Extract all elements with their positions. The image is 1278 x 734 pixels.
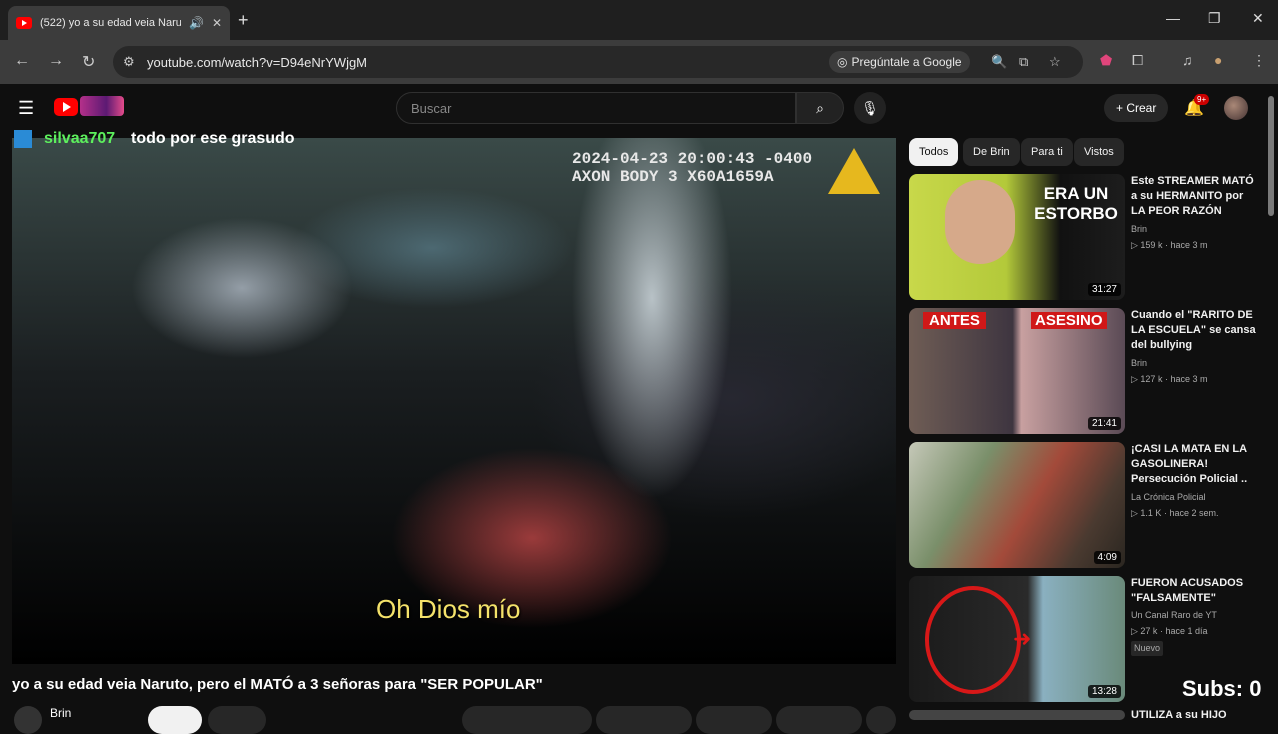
plus-icon: + [1116, 101, 1127, 115]
speaker-icon[interactable]: 🔊 [189, 16, 204, 30]
voice-search-button[interactable]: 🎙 [854, 92, 886, 124]
clip-button[interactable] [776, 706, 862, 734]
chat-username: silvaa707 [44, 130, 116, 147]
browser-toolbar: ← → ↻ ⚙ youtube.com/watch?v=D94eNrYWjgM … [0, 40, 1278, 84]
browser-menu-icon[interactable]: ⋮ [1252, 52, 1266, 69]
red-circle-highlight [925, 586, 1021, 694]
page-scrollbar[interactable] [1268, 96, 1274, 216]
doodle-logo[interactable] [80, 96, 124, 116]
related-channel[interactable]: La Crónica Policial [1131, 490, 1206, 505]
related-thumbnail[interactable]: 4:09 [909, 442, 1125, 568]
chip-vistos[interactable]: Vistos [1074, 138, 1124, 166]
chip-para-ti[interactable]: Para ti [1021, 138, 1073, 166]
bodycam-line-1: 2024-04-23 20:00:43 -0400 [572, 150, 813, 168]
ask-google-button[interactable]: ◎ Pregúntale a Google [829, 51, 970, 73]
related-thumbnail[interactable]: ANTES ASESINO 21:41 [909, 308, 1125, 434]
related-title[interactable]: UTILIZA a su HIJO [1131, 708, 1257, 723]
forward-arrow-icon[interactable]: → [48, 52, 64, 70]
search-icon: ⌕ [816, 100, 824, 116]
channel-name[interactable]: Brin [50, 706, 71, 720]
minimize-icon[interactable]: — [1166, 10, 1180, 26]
hamburger-menu-icon[interactable]: ☰ [18, 98, 34, 119]
maximize-icon[interactable]: ❐ [1208, 10, 1221, 27]
share-button[interactable] [596, 706, 692, 734]
install-app-icon[interactable]: ⧉ [1019, 54, 1028, 70]
create-label: Crear [1126, 101, 1157, 115]
search-input[interactable]: Buscar [396, 92, 796, 124]
subs-counter: Subs: 0 [1182, 676, 1262, 701]
ask-google-label: Pregúntale a Google [851, 55, 962, 69]
youtube-header: ☰ Buscar ⌕ 🎙 + Crear 🔔 9+ [0, 84, 1278, 132]
bookmark-star-icon[interactable]: ☆ [1049, 54, 1061, 70]
related-channel[interactable]: Brin [1131, 356, 1147, 371]
duration-badge: 4:09 [1093, 551, 1121, 564]
download-button[interactable] [696, 706, 772, 734]
related-title[interactable]: ¡CASI LA MATA EN LA GASOLINERA! Persecuc… [1131, 442, 1257, 487]
axon-logo [828, 148, 880, 194]
related-title[interactable]: Este STREAMER MATÓ a su HERMANITO por LA… [1131, 174, 1257, 219]
notification-pill[interactable] [208, 706, 266, 734]
lens-icon: ◎ [837, 55, 848, 69]
media-control-icon[interactable]: ♫ [1182, 52, 1193, 68]
thumbnail-label-after: ASESINO [1031, 312, 1107, 329]
zoom-icon[interactable]: 🔍 [991, 54, 1007, 70]
tab-title: (522) yo a su edad veia Naru [40, 17, 181, 29]
more-actions-button[interactable] [866, 706, 896, 734]
related-channel[interactable]: Un Canal Raro de YT [1131, 608, 1217, 623]
video-subtitle: Oh Dios mío [376, 594, 521, 624]
like-dislike-pill[interactable] [462, 706, 592, 734]
related-thumbnail[interactable] [909, 710, 1125, 720]
reload-icon[interactable]: ↻ [82, 52, 95, 72]
close-tab-icon[interactable]: ✕ [212, 16, 222, 30]
back-arrow-icon[interactable]: ← [14, 52, 30, 70]
related-stats: ▷ 27 k · hace 1 día [1131, 626, 1208, 636]
thumbnail-label-before: ANTES [923, 312, 986, 329]
related-stats: ▷ 1.1 K · hace 2 sem. [1131, 508, 1219, 518]
related-stats: ▷ 127 k · hace 3 m [1131, 374, 1208, 384]
create-button[interactable]: + Crear [1104, 94, 1169, 122]
profile-icon[interactable]: ● [1214, 52, 1222, 68]
video-player[interactable]: 2024-04-23 20:00:43 -0400 AXON BODY 3 X6… [12, 138, 896, 664]
related-stats: ▷ 159 k · hace 3 m [1131, 240, 1208, 250]
url-text: youtube.com/watch?v=D94eNrYWjgM [147, 55, 368, 70]
microphone-icon: 🎙 [861, 100, 879, 116]
new-badge: Nuevo [1131, 641, 1164, 656]
search-button[interactable]: ⌕ [796, 92, 844, 124]
related-thumbnail[interactable]: ➜ 13:28 [909, 576, 1125, 702]
related-title[interactable]: FUERON ACUSADOS "FALSAMENTE" [1131, 576, 1257, 606]
bodycam-timestamp: 2024-04-23 20:00:43 -0400 AXON BODY 3 X6… [572, 150, 812, 186]
related-channel[interactable]: Brin [1131, 222, 1147, 237]
close-window-icon[interactable]: ✕ [1252, 10, 1264, 27]
channel-avatar[interactable] [14, 706, 42, 734]
video-title: yo a su edad veia Naruto, pero el MATÓ a… [12, 676, 543, 693]
thumbnail-text: ERA UN ESTORBO [1034, 184, 1118, 223]
red-arrow-icon: ➜ [1013, 626, 1032, 651]
site-info-icon[interactable]: ⚙ [123, 54, 135, 70]
new-tab-button[interactable]: + [238, 10, 249, 31]
browser-tab-bar: (522) yo a su edad veia Naru 🔊 ✕ + — ❐ ✕ [0, 0, 1278, 40]
extension-shield-icon[interactable]: ⬟ [1100, 52, 1112, 69]
face-illustration [945, 180, 1015, 264]
chip-de-brin[interactable]: De Brin [963, 138, 1020, 166]
duration-badge: 31:27 [1087, 283, 1121, 296]
address-bar[interactable]: ⚙ youtube.com/watch?v=D94eNrYWjgM ◎ Preg… [113, 46, 1083, 78]
duration-badge: 13:28 [1087, 685, 1121, 698]
subscribe-button[interactable] [148, 706, 202, 734]
related-title[interactable]: Cuando el "RARITO DE LA ESCUELA" se cans… [1131, 308, 1257, 353]
chat-message: todo por ese grasudo [131, 130, 295, 147]
bodycam-line-2: AXON BODY 3 X60A1659A [572, 168, 774, 186]
notification-count-badge: 9+ [1194, 94, 1210, 105]
extensions-puzzle-icon[interactable]: ⧠ [1132, 52, 1143, 69]
duration-badge: 21:41 [1087, 417, 1121, 430]
youtube-logo[interactable] [54, 98, 78, 116]
browser-tab[interactable]: (522) yo a su edad veia Naru 🔊 ✕ [8, 6, 230, 40]
account-avatar[interactable] [1224, 96, 1248, 120]
chat-user-icon [14, 130, 32, 148]
youtube-favicon-icon [16, 17, 32, 29]
related-thumbnail[interactable]: ERA UN ESTORBO 31:27 [909, 174, 1125, 300]
chip-todos[interactable]: Todos [909, 138, 959, 166]
